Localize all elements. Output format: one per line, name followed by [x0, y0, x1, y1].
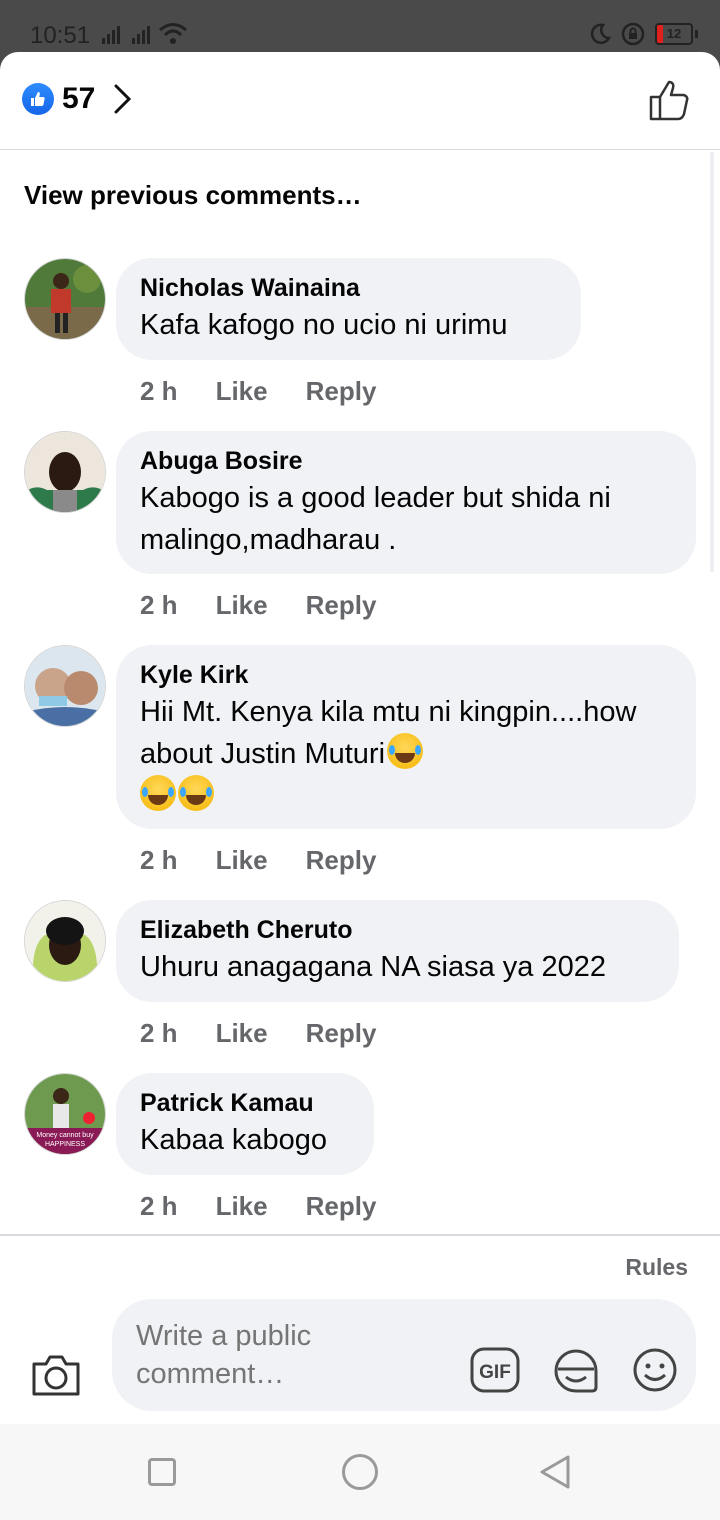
comment-author[interactable]: Kyle Kirk [140, 659, 672, 691]
comment-actions: 2 h Like Reply [140, 1018, 376, 1049]
avatar[interactable] [24, 431, 106, 513]
comment-composer: GIF [112, 1299, 696, 1411]
comment-bubble[interactable]: Patrick Kamau Kabaa kabogo [116, 1073, 374, 1175]
reply-button[interactable]: Reply [306, 1191, 377, 1222]
chevron-right-icon [114, 84, 132, 114]
like-button[interactable]: Like [216, 845, 268, 876]
rotation-lock-icon [621, 22, 645, 46]
comment-text: Hii Mt. Kenya kila mtu ni kingpin....how… [140, 691, 672, 817]
avatar-caption-line: Money cannot buy [36, 1132, 94, 1139]
comment-author[interactable]: Abuga Bosire [140, 445, 672, 477]
system-navigation-bar [0, 1424, 720, 1520]
comment-actions: 2 h Like Reply [140, 1191, 376, 1222]
clock: 10:51 [30, 22, 91, 49]
reply-button[interactable]: Reply [306, 590, 377, 621]
comment-author[interactable]: Elizabeth Cheruto [140, 914, 655, 946]
comment-time: 2 h [140, 1191, 178, 1221]
sticker-icon[interactable] [552, 1347, 600, 1395]
comment-bubble[interactable]: Elizabeth Cheruto Uhuru anagagana NA sia… [116, 900, 679, 1002]
gif-button[interactable]: GIF [470, 1347, 520, 1393]
like-count: 57 [62, 82, 96, 115]
like-button[interactable]: Like [216, 590, 268, 621]
comment-time: 2 h [140, 376, 178, 406]
wifi-icon [158, 22, 188, 51]
tears-of-joy-emoji-icon [387, 733, 424, 769]
avatar[interactable] [24, 645, 106, 727]
comment-text: Kabaa kabogo [140, 1124, 328, 1156]
battery-level: 12 [666, 26, 682, 41]
like-post-button[interactable] [648, 78, 692, 122]
view-previous-comments-link[interactable]: View previous comments… [24, 180, 362, 211]
reply-button[interactable]: Reply [306, 1018, 377, 1049]
divider [0, 1234, 720, 1236]
reactions-summary[interactable]: 57 [22, 82, 133, 116]
emoji-icon[interactable] [632, 1347, 678, 1393]
reply-button[interactable]: Reply [306, 376, 377, 407]
comments-sheet: 57 View previous comments… Nicholas Wain… [0, 52, 720, 1520]
comment-actions: 2 h Like Reply [140, 590, 376, 621]
comment-author[interactable]: Patrick Kamau [140, 1087, 350, 1119]
avatar[interactable] [24, 258, 106, 340]
comment-text: Kabogo is a good leader but shida ni mal… [140, 482, 619, 556]
comment-bubble[interactable]: Abuga Bosire Kabogo is a good leader but… [116, 431, 696, 574]
like-button[interactable]: Like [216, 376, 268, 407]
comment-time: 2 h [140, 590, 178, 620]
tears-of-joy-emoji-icon [178, 775, 214, 811]
comment-actions: 2 h Like Reply [140, 845, 376, 876]
recent-apps-button[interactable] [148, 1458, 176, 1486]
reactions-header: 57 [0, 52, 720, 150]
back-button[interactable] [538, 1454, 572, 1490]
reply-button[interactable]: Reply [306, 845, 377, 876]
rules-link[interactable]: Rules [625, 1254, 688, 1281]
like-reaction-icon [22, 83, 54, 115]
avatar[interactable] [24, 900, 106, 982]
comment-bubble[interactable]: Nicholas Wainaina Kafa kafogo no ucio ni… [116, 258, 581, 360]
tears-of-joy-emoji-icon [140, 775, 176, 811]
like-button[interactable]: Like [216, 1191, 268, 1222]
signal-icon [102, 26, 150, 44]
avatar[interactable]: Money cannot buy HAPPINESS [24, 1073, 106, 1155]
scrollbar[interactable] [710, 152, 714, 572]
comment-time: 2 h [140, 1018, 178, 1048]
camera-button[interactable] [30, 1352, 82, 1398]
comment-text: Uhuru anagagana NA siasa ya 2022 [140, 951, 606, 983]
battery-icon: 12 [655, 23, 693, 45]
comment-actions: 2 h Like Reply [140, 376, 376, 407]
dnd-moon-icon [590, 23, 611, 45]
comment-text: Kafa kafogo no ucio ni urimu [140, 309, 508, 341]
comment-bubble[interactable]: Kyle Kirk Hii Mt. Kenya kila mtu ni king… [116, 645, 696, 829]
comment-author[interactable]: Nicholas Wainaina [140, 272, 557, 304]
like-button[interactable]: Like [216, 1018, 268, 1049]
avatar-caption-line: HAPPINESS [45, 1141, 85, 1148]
home-button[interactable] [342, 1454, 378, 1490]
comment-input[interactable] [136, 1317, 456, 1393]
comment-time: 2 h [140, 845, 178, 875]
gif-label: GIF [479, 1362, 511, 1383]
